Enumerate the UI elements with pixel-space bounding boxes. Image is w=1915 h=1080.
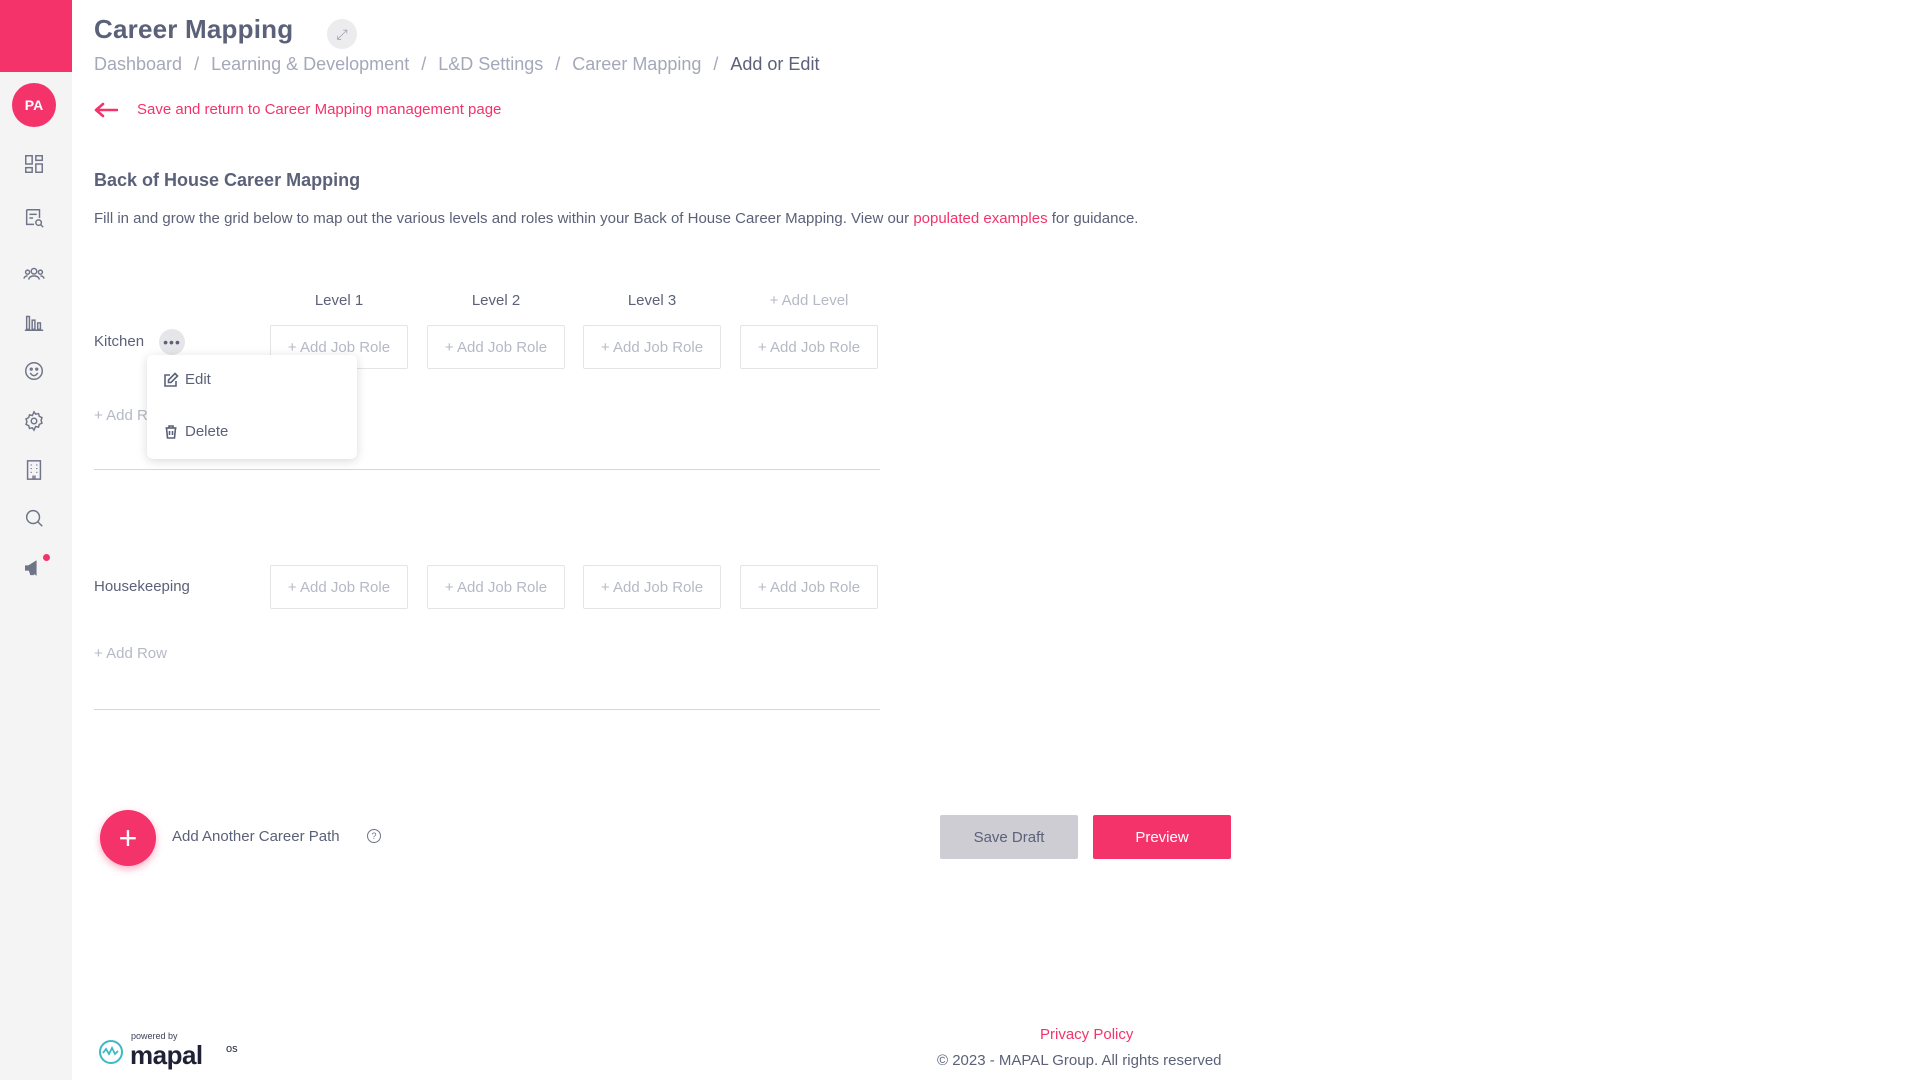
- section-title: Back of House Career Mapping: [94, 170, 361, 190]
- bar-chart-icon[interactable]: [22, 310, 46, 334]
- add-job-role-button[interactable]: + Add Job Role: [583, 565, 721, 609]
- populated-examples-link[interactable]: populated examples: [913, 210, 1047, 227]
- save-draft-button[interactable]: Save Draft: [940, 815, 1078, 859]
- dashboard-icon[interactable]: [22, 152, 46, 176]
- add-job-role-button[interactable]: + Add Job Role: [740, 325, 878, 369]
- sidebar: PA: [0, 0, 72, 1080]
- menu-item-edit[interactable]: Edit: [163, 371, 211, 388]
- level-header-1: Level 1: [314, 292, 364, 309]
- row-label-housekeeping: Housekeeping: [94, 578, 190, 595]
- breadcrumb-career-mapping[interactable]: Career Mapping: [572, 54, 701, 74]
- add-job-role-button[interactable]: + Add Job Role: [427, 565, 565, 609]
- search-document-icon[interactable]: [22, 206, 46, 230]
- menu-item-delete[interactable]: Delete: [163, 423, 228, 440]
- breadcrumb-dashboard[interactable]: Dashboard: [94, 54, 182, 74]
- copyright-text: © 2023 - MAPAL Group. All rights reserve…: [937, 1052, 1222, 1069]
- avatar[interactable]: PA: [12, 83, 56, 127]
- menu-item-edit-label: Edit: [185, 371, 211, 388]
- expand-icon[interactable]: ⤢: [327, 19, 357, 49]
- add-career-path-label[interactable]: Add Another Career Path: [172, 828, 340, 845]
- brand-suffix: os: [226, 1043, 238, 1055]
- breadcrumb: Dashboard / Learning & Development / L&D Set…: [94, 54, 820, 74]
- row-divider: [94, 709, 880, 710]
- row-context-menu: Edit Delete: [147, 355, 357, 459]
- level-header-2: Level 2: [471, 292, 521, 309]
- breadcrumb-current: Add or Edit: [730, 54, 820, 74]
- add-job-role-button[interactable]: + Add Job Role: [740, 565, 878, 609]
- search-icon[interactable]: [22, 506, 46, 530]
- desc-text: Fill in and grow the grid below to map o…: [94, 210, 914, 227]
- add-job-role-button[interactable]: + Add Job Role: [583, 325, 721, 369]
- megaphone-icon[interactable]: [22, 554, 50, 580]
- row-more-icon[interactable]: •••: [159, 329, 185, 355]
- brand-name: mapal: [130, 1040, 203, 1070]
- people-icon[interactable]: [22, 262, 46, 286]
- smiley-icon[interactable]: [22, 359, 46, 383]
- add-job-role-button[interactable]: + Add Job Role: [427, 325, 565, 369]
- building-icon[interactable]: [22, 458, 46, 482]
- privacy-policy-link[interactable]: Privacy Policy: [1040, 1026, 1133, 1043]
- gear-icon[interactable]: [22, 409, 46, 433]
- edit-icon: [164, 371, 179, 387]
- breadcrumb-learning-development[interactable]: Learning & Development: [211, 54, 409, 74]
- notification-dot: [43, 554, 50, 561]
- page-title: Career Mapping: [94, 14, 294, 44]
- save-and-return-label: Save and return to Career Mapping manage…: [137, 101, 502, 118]
- add-job-role-button[interactable]: + Add Job Role: [270, 565, 408, 609]
- row-divider: [94, 469, 880, 470]
- add-row-button[interactable]: + Add Row: [94, 645, 167, 662]
- mapal-logo-icon: [99, 1040, 123, 1064]
- breadcrumb-ld-settings[interactable]: L&D Settings: [438, 54, 543, 74]
- menu-item-delete-label: Delete: [185, 423, 229, 440]
- add-level-button[interactable]: + Add Level: [740, 292, 878, 309]
- trash-icon: [165, 424, 177, 439]
- sidebar-brand-bar: [0, 0, 72, 72]
- add-career-path-button[interactable]: +: [100, 810, 156, 866]
- arrow-left-icon: [94, 102, 118, 117]
- row-label-kitchen: Kitchen: [94, 333, 145, 350]
- desc-text-end: for guidance.: [1047, 210, 1139, 227]
- section-description: Fill in and grow the grid below to map o…: [94, 210, 1138, 227]
- save-and-return-link[interactable]: Save and return to Career Mapping manage…: [94, 101, 501, 118]
- level-header-3: Level 3: [627, 292, 677, 309]
- preview-button[interactable]: Preview: [1093, 815, 1231, 859]
- help-icon[interactable]: ?: [367, 829, 381, 843]
